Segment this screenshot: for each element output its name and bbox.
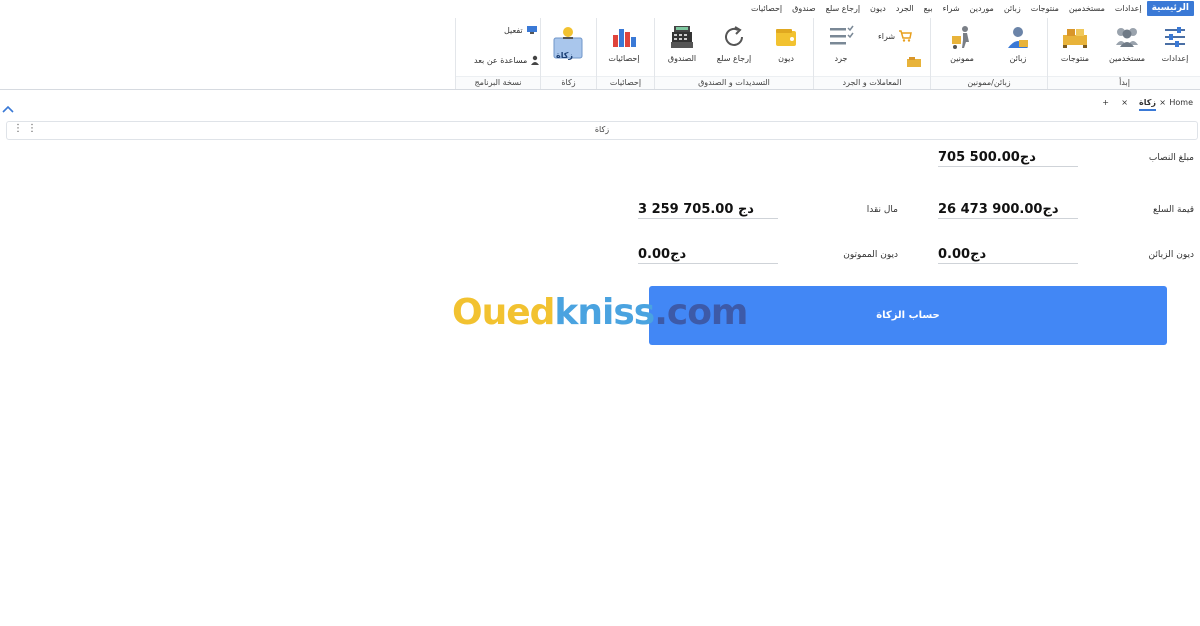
users-button[interactable]: مستخدمين	[1104, 24, 1150, 63]
section-header: ⋮⋮ زكاة	[6, 121, 1198, 140]
tab-home-close[interactable]: ×	[1159, 98, 1166, 107]
return-goods-button[interactable]: إرجاع سلع	[711, 24, 757, 63]
tab-zakat[interactable]: زكاة	[1139, 98, 1156, 111]
users-group-icon	[1113, 24, 1141, 50]
menu-item-products[interactable]: منتوجات	[1026, 1, 1064, 16]
menu-item-customers[interactable]: زبائن	[999, 1, 1026, 16]
ribbon-toolbar: إعدادات مستخدمين منتوجات إبدأ زبائن ممون…	[0, 18, 1200, 90]
menu-item-returns[interactable]: إرجاع سلع	[821, 1, 865, 16]
tab-add[interactable]: +	[1102, 98, 1109, 107]
cashbox-button[interactable]: الصندوق	[659, 24, 705, 63]
cart-icon	[899, 30, 913, 42]
customers-button[interactable]: زبائن	[995, 24, 1041, 63]
ribbon-group-statistics: إحصائيات إحصائيات	[596, 18, 654, 89]
menu-item-cashbox[interactable]: صندوق	[787, 1, 820, 16]
menu-item-sale[interactable]: بيع	[919, 1, 938, 16]
ribbon-group-label-customers: زبائن/ممونين	[931, 76, 1047, 89]
purchase-button[interactable]: شراء	[878, 30, 913, 42]
ribbon-group-payments: ديون إرجاع سلع الصندوق التسديدات و الصند…	[654, 18, 813, 89]
menu-item-statistics[interactable]: إحصائيات	[746, 1, 787, 16]
document-tabs: Home × زكاة × +	[0, 96, 1200, 116]
ribbon-group-label-statistics: إحصائيات	[597, 76, 654, 89]
boxes-icon	[1061, 24, 1089, 50]
ribbon-group-customers: زبائن ممونين زبائن/ممونين	[930, 18, 1047, 89]
goods-value-label: قيمة السلع	[1153, 205, 1194, 215]
tab-zakat-close[interactable]: ×	[1121, 98, 1128, 107]
menu-item-users[interactable]: مستخدمين	[1064, 1, 1110, 16]
tab-home[interactable]: Home	[1169, 98, 1193, 107]
ribbon-group-label-program: نسخة البرنامج	[456, 76, 540, 89]
ribbon-group-program: تفعيل مساعدة عن بعد نسخة البرنامج	[455, 18, 540, 89]
ribbon-group-label-zakat: زكاة	[541, 76, 596, 89]
ribbon-group-label-payments: التسديدات و الصندوق	[655, 76, 813, 89]
cash-field[interactable]: 3 259 705.00 دج	[638, 202, 778, 219]
statistics-button[interactable]: إحصائيات	[601, 24, 647, 63]
menu-items: الرئيسية إعدادات مستخدمين منتوجات زبائن …	[746, 1, 1194, 16]
wallet-icon	[772, 24, 800, 50]
customer-icon	[1004, 24, 1032, 50]
cash-register-icon	[668, 24, 696, 50]
section-title: زكاة	[594, 125, 610, 134]
watermark-logo: Ouedkniss.com	[452, 292, 748, 333]
ribbon-group-start: إعدادات مستخدمين منتوجات إبدأ	[1047, 18, 1200, 89]
settings-button[interactable]: إعدادات	[1152, 24, 1198, 63]
list-checklist-icon	[827, 24, 855, 50]
inventory-button[interactable]: جرد	[818, 24, 864, 63]
sliders-icon	[1161, 24, 1189, 50]
remote-help-button[interactable]: مساعدة عن بعد	[474, 55, 540, 65]
menu-item-purchase[interactable]: شراء	[938, 1, 965, 16]
suppliers-debts-label: ديون المموتون	[843, 250, 898, 260]
debts-button[interactable]: ديون	[763, 24, 809, 63]
register-small-icon	[907, 57, 921, 67]
menu-item-settings[interactable]: إعدادات	[1110, 1, 1147, 16]
menu-item-debts[interactable]: ديون	[865, 1, 891, 16]
menu-item-suppliers[interactable]: موردين	[965, 1, 999, 16]
nisab-field[interactable]: 705 500.00دج	[938, 150, 1078, 167]
delivery-person-icon	[948, 24, 976, 50]
ribbon-group-transactions: جرد شراء المعاملات و الجرد	[813, 18, 930, 89]
menu-bar: الرئيسية إعدادات مستخدمين منتوجات زبائن …	[0, 0, 1200, 19]
user-support-icon	[531, 55, 540, 65]
monitor-icon	[526, 26, 537, 34]
nisab-label: مبلغ النصاب	[1148, 153, 1194, 163]
cash-label: مال نقدا	[866, 205, 898, 215]
activate-button[interactable]: تفعيل	[504, 25, 538, 35]
goods-value-field[interactable]: 26 473 900.00دج	[938, 202, 1078, 219]
suppliers-debts-field[interactable]: 0.00دج	[638, 247, 778, 264]
sale-button[interactable]	[906, 56, 922, 68]
menu-item-home[interactable]: الرئيسية	[1146, 1, 1194, 16]
menu-item-inventory[interactable]: الجرد	[891, 1, 919, 16]
products-button[interactable]: منتوجات	[1052, 24, 1098, 63]
customers-debts-field[interactable]: 0.00دج	[938, 247, 1078, 264]
ribbon-group-label-start: إبدأ	[1048, 76, 1200, 89]
customers-debts-label: ديون الزبائن	[1148, 250, 1194, 260]
ribbon-group-label-transactions: المعاملات و الجرد	[814, 76, 930, 89]
refresh-icon	[720, 24, 748, 50]
zakat-ribbon-label: زكاة	[556, 51, 573, 60]
bar-chart-icon	[610, 24, 638, 50]
suppliers-button[interactable]: ممونين	[939, 24, 985, 63]
